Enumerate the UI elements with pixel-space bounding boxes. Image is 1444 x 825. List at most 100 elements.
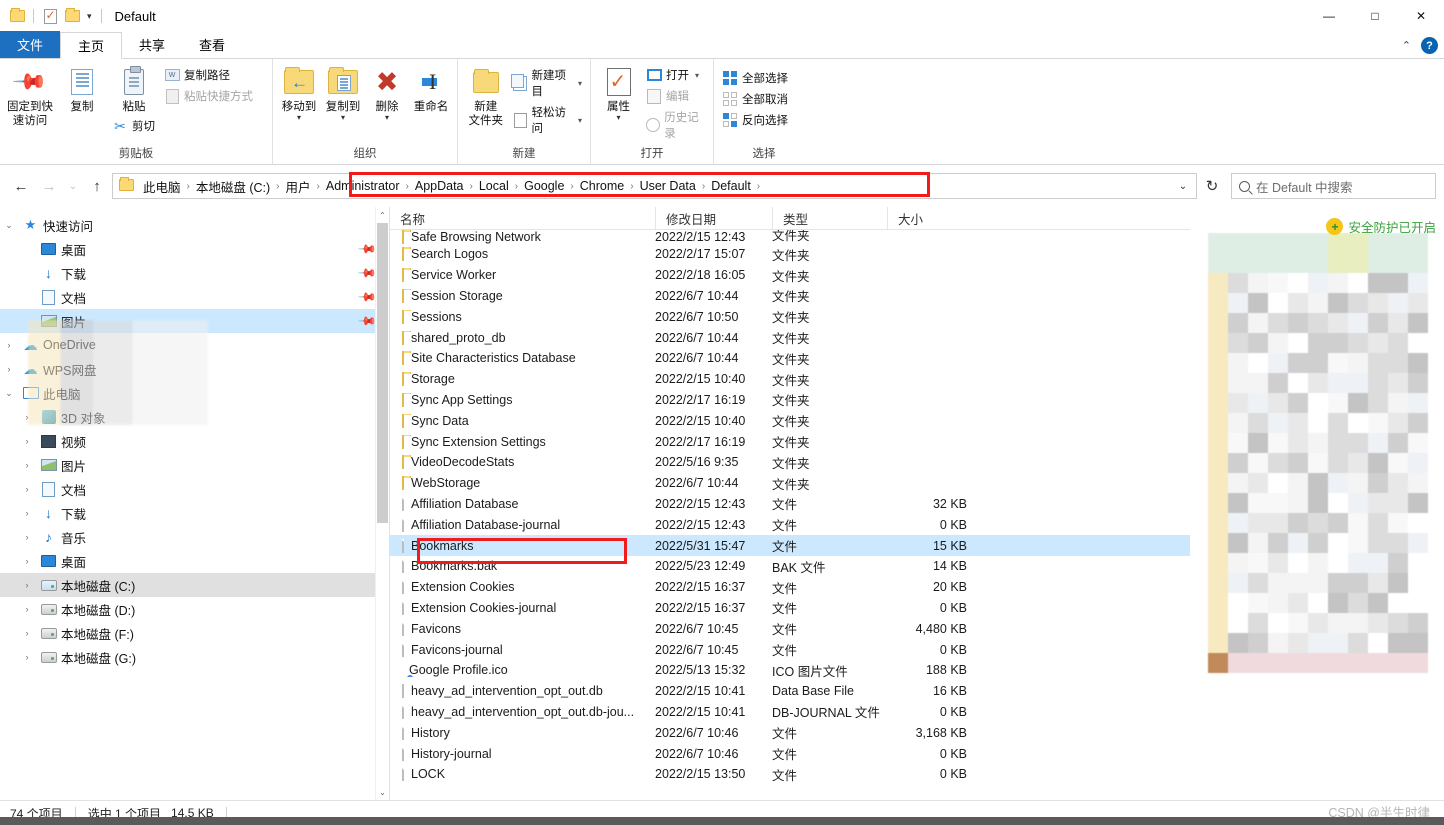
chevron-down-icon[interactable]: ▾ (578, 79, 582, 88)
expander-icon[interactable]: › (18, 484, 36, 494)
new-item-button[interactable]: 新建项目 ▾ (509, 65, 586, 101)
properties-button[interactable]: 属性 ▾ (595, 62, 642, 122)
expander-icon[interactable]: › (18, 508, 36, 518)
search-box[interactable]: 在 Default 中搜索 (1231, 173, 1436, 199)
file-name-cell[interactable]: Service Worker (390, 268, 655, 283)
tab-home[interactable]: 主页 (60, 32, 123, 59)
select-all-button[interactable]: 全部选择 (718, 68, 792, 88)
expander-icon[interactable]: ⌄ (0, 220, 18, 231)
quick-access-toolbar[interactable]: ▾ (0, 7, 105, 25)
expander-icon[interactable]: › (0, 340, 18, 350)
properties-icon[interactable] (41, 7, 59, 25)
expander-icon[interactable]: › (18, 604, 36, 614)
pin-to-quick-access-button[interactable]: 📌 固定到快 速访问 (4, 62, 56, 128)
file-name-cell[interactable]: shared_proto_db (390, 330, 655, 345)
open-button[interactable]: 打开 ▾ (642, 65, 709, 85)
breadcrumb-item-9[interactable]: Default (706, 179, 756, 193)
new-folder-icon[interactable] (63, 7, 81, 25)
file-name-cell[interactable]: Favicons (390, 621, 655, 636)
sidebar-item-18[interactable]: › 本地磁盘 (G:) (0, 645, 389, 669)
file-name-cell[interactable]: History-journal (390, 746, 655, 761)
file-name-cell[interactable]: Sync App Settings (390, 392, 655, 407)
expander-icon[interactable]: › (18, 460, 36, 470)
sidebar-item-1[interactable]: 桌面 📌 (0, 237, 389, 261)
file-name-cell[interactable]: Favicons-journal (390, 642, 655, 657)
expander-icon[interactable]: › (18, 580, 36, 590)
breadcrumb-item-0[interactable]: 此电脑 (138, 177, 186, 196)
breadcrumb-item-3[interactable]: Administrator (321, 179, 405, 193)
expander-icon[interactable]: › (18, 556, 36, 566)
scroll-up-icon[interactable]: ⌃ (376, 207, 389, 223)
forward-button[interactable]: → (36, 173, 62, 199)
sidebar-item-12[interactable]: › ↓ 下载 (0, 501, 389, 525)
tab-share[interactable]: 共享 (122, 31, 182, 58)
file-name-cell[interactable]: VideoDecodeStats (390, 455, 655, 470)
new-folder-button[interactable]: 新建 文件夹 (462, 62, 509, 128)
chevron-down-icon[interactable]: ▾ (341, 113, 345, 122)
sidebar-item-2[interactable]: ↓ 下载 📌 (0, 261, 389, 285)
search-input[interactable]: 在 Default 中搜索 (1256, 177, 1353, 196)
file-name-cell[interactable]: Google Profile.ico (390, 663, 655, 677)
expander-icon[interactable]: › (0, 364, 18, 374)
expander-icon[interactable]: ⌄ (0, 388, 18, 399)
column-header-type[interactable]: 类型 (772, 207, 887, 230)
close-button[interactable]: ✕ (1398, 0, 1444, 32)
expander-icon[interactable]: › (18, 436, 36, 446)
sidebar-item-15[interactable]: › 本地磁盘 (C:) (0, 573, 389, 597)
column-header-date[interactable]: 修改日期 (655, 207, 772, 230)
breadcrumb-item-8[interactable]: User Data (635, 179, 701, 193)
sidebar-item-0[interactable]: ⌄ ★ 快速访问 (0, 213, 389, 237)
sidebar-item-14[interactable]: › 桌面 (0, 549, 389, 573)
select-none-button[interactable]: 全部取消 (718, 89, 792, 109)
sidebar-item-3[interactable]: 文档 📌 (0, 285, 389, 309)
chevron-down-icon[interactable]: ▾ (617, 113, 621, 122)
refresh-button[interactable]: ↻ (1199, 173, 1225, 199)
file-name-cell[interactable]: History (390, 725, 655, 740)
rename-button[interactable]: 重命名 (409, 62, 453, 114)
file-name-cell[interactable]: Extension Cookies-journal (390, 600, 655, 615)
expander-icon[interactable]: › (18, 628, 36, 638)
collapse-ribbon-icon[interactable]: ⌃ (1402, 39, 1411, 52)
sidebar-item-17[interactable]: › 本地磁盘 (F:) (0, 621, 389, 645)
file-name-cell[interactable]: Search Logos (390, 247, 655, 262)
paste-button[interactable]: 粘贴 (108, 62, 160, 114)
sidebar-scrollbar[interactable]: ⌃ ⌄ (375, 207, 389, 800)
paste-shortcut-button[interactable]: 粘贴快捷方式 (160, 86, 257, 106)
file-name-cell[interactable]: Extension Cookies (390, 580, 655, 595)
file-name-cell[interactable]: LOCK (390, 767, 655, 782)
window-controls[interactable]: — □ ✕ (1306, 0, 1444, 32)
easy-access-button[interactable]: 轻松访问 ▾ (509, 102, 586, 138)
copy-to-button[interactable]: 复制到 ▾ (321, 62, 365, 122)
tab-view[interactable]: 查看 (182, 31, 242, 58)
file-name-cell[interactable]: Sync Data (390, 413, 655, 428)
file-name-cell[interactable]: Sessions (390, 309, 655, 324)
address-dropdown-icon[interactable]: ⌄ (1174, 173, 1192, 199)
expander-icon[interactable]: › (18, 652, 36, 662)
scrollbar-thumb[interactable] (377, 223, 388, 523)
sidebar-item-16[interactable]: › 本地磁盘 (D:) (0, 597, 389, 621)
history-button[interactable]: 历史记录 (642, 107, 709, 143)
file-name-cell[interactable]: Bookmarks.bak (390, 559, 655, 574)
breadcrumb-item-5[interactable]: Local (474, 179, 514, 193)
sidebar-item-10[interactable]: › 图片 (0, 453, 389, 477)
breadcrumb[interactable]: 此电脑 › 本地磁盘 (C:) › 用户 › Administrator › AppData › L… (138, 177, 1174, 196)
move-to-button[interactable]: ← 移动到 ▾ (277, 62, 321, 122)
chevron-down-icon[interactable]: ▾ (85, 11, 94, 22)
sidebar-item-9[interactable]: › 视频 (0, 429, 389, 453)
sidebar-item-11[interactable]: › 文档 (0, 477, 389, 501)
copy-path-button[interactable]: W 复制路径 (160, 65, 257, 85)
breadcrumb-item-1[interactable]: 本地磁盘 (C:) (191, 177, 275, 196)
up-button[interactable]: ↑ (84, 173, 110, 199)
column-header-size[interactable]: 大小 (887, 207, 967, 230)
delete-button[interactable]: ✖ 删除 ▾ (365, 62, 409, 123)
breadcrumb-item-2[interactable]: 用户 (281, 177, 316, 196)
folder-icon[interactable] (8, 7, 26, 25)
navigation-tree[interactable]: ⌄★快速访问桌面📌↓下载📌文档📌图片📌›☁OneDrive›☁WPS网盘⌄此电脑… (0, 207, 389, 669)
maximize-button[interactable]: □ (1352, 0, 1398, 32)
sidebar-item-13[interactable]: › ♪ 音乐 (0, 525, 389, 549)
chevron-down-icon[interactable]: ▾ (297, 113, 301, 122)
file-name-cell[interactable]: WebStorage (390, 476, 655, 491)
tab-file[interactable]: 文件 (0, 31, 61, 58)
help-icon[interactable]: ? (1421, 37, 1438, 54)
file-name-cell[interactable]: Sync Extension Settings (390, 434, 655, 449)
